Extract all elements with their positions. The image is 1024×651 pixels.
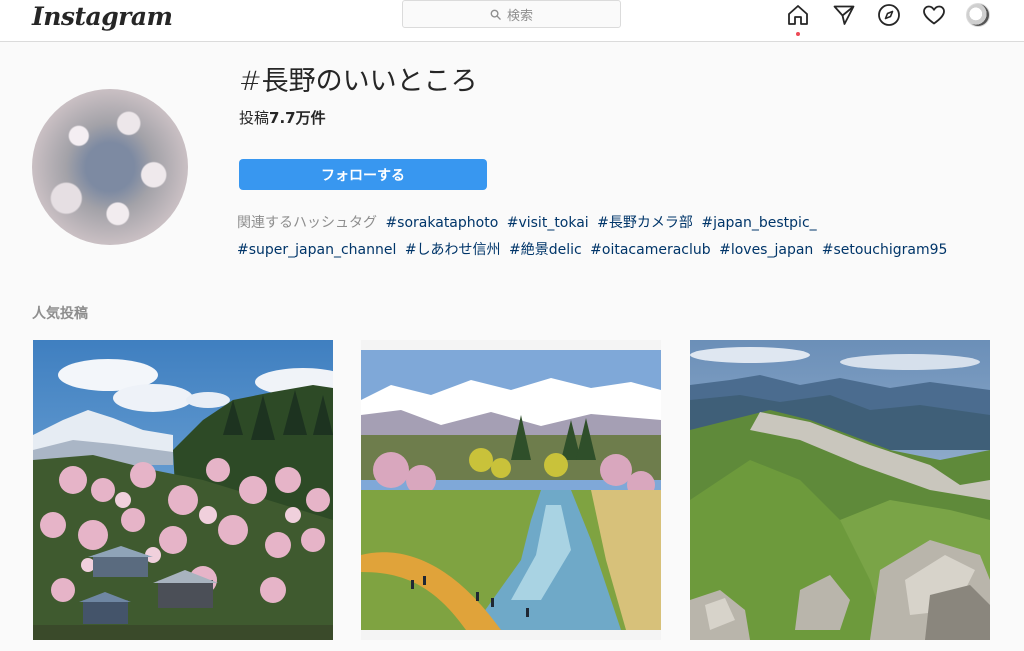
heart-icon[interactable]	[921, 2, 947, 28]
related-tag-link[interactable]: #長野カメラ部	[597, 215, 693, 231]
profile-avatar[interactable]	[966, 3, 990, 27]
village-cherry-blossom-photo	[33, 340, 333, 640]
top-navigation-bar: Instagram 検索	[0, 0, 1024, 42]
river-mountain-photo	[361, 340, 661, 640]
related-tag-link[interactable]: #oitacameraclub	[590, 242, 710, 258]
search-placeholder: 検索	[506, 8, 533, 24]
direct-send-icon[interactable]	[831, 2, 857, 28]
related-tag-link[interactable]: #loves_japan	[719, 242, 813, 258]
instagram-logo[interactable]: Instagram	[32, 2, 173, 32]
related-tag-link[interactable]: #visit_tokai	[507, 215, 589, 231]
top-post-thumbnail[interactable]	[361, 340, 661, 640]
top-posts-heading: 人気投稿	[32, 306, 88, 322]
related-tag-link[interactable]: #japan_bestpic_	[701, 215, 816, 231]
top-post-thumbnail[interactable]	[33, 340, 333, 640]
hashtag-avatar	[32, 89, 188, 245]
posts-count: 投稿7.7万件	[239, 108, 326, 128]
notification-dot	[796, 32, 800, 36]
posts-count-value: 7.7万件	[269, 109, 326, 127]
related-tag-link[interactable]: #絶景delic	[509, 242, 582, 258]
related-tag-link[interactable]: #しあわせ信州	[405, 242, 501, 258]
related-tag-link[interactable]: #sorakataphoto	[385, 215, 498, 231]
search-input[interactable]: 検索	[402, 0, 621, 28]
mountain-ridge-photo	[690, 340, 990, 640]
related-hashtags: 関連するハッシュタグ #sorakataphoto #visit_tokai #…	[237, 210, 977, 264]
compass-icon[interactable]	[876, 2, 902, 28]
home-icon[interactable]	[785, 2, 811, 28]
related-tag-link[interactable]: #setouchigram95	[822, 242, 948, 258]
page-title: #長野のいいところ	[239, 66, 478, 97]
related-hashtags-label: 関連するハッシュタグ	[237, 215, 377, 231]
follow-button[interactable]: フォローする	[239, 159, 487, 190]
top-post-thumbnail[interactable]	[690, 340, 990, 640]
search-icon	[490, 9, 501, 20]
related-tag-link[interactable]: #super_japan_channel	[237, 242, 396, 258]
posts-count-label: 投稿	[239, 109, 270, 127]
